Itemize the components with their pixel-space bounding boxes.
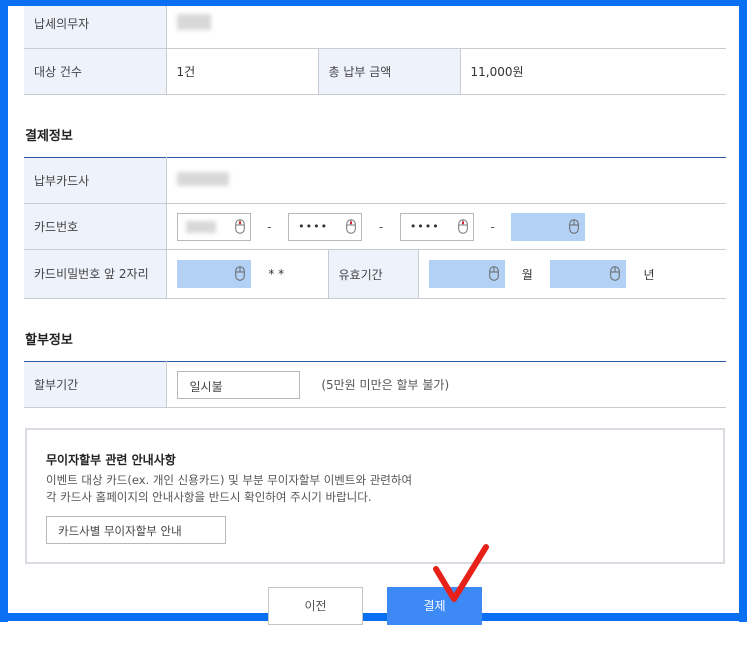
highlight-frame-left <box>0 0 8 622</box>
installment-period-label: 할부기간 <box>24 361 167 408</box>
password-suffix: * * <box>268 267 285 281</box>
payment-section-title: 결제정보 <box>25 129 73 144</box>
password-field-cell: * * <box>166 249 329 299</box>
total-label: 총 납부 금액 <box>318 48 461 95</box>
card-password-input[interactable] <box>176 260 251 288</box>
notice-title: 무이자할부 관련 안내사항 <box>46 453 176 467</box>
taxpayer-label: 납세의무자 <box>24 0 167 49</box>
mouse-icon <box>234 218 245 234</box>
highlight-frame-top <box>0 0 747 6</box>
password-label: 카드비밀번호 앞 2자리 <box>24 249 167 299</box>
card-company-value <box>166 157 726 204</box>
expiry-year-input[interactable] <box>550 260 627 288</box>
card-number-2-masked: •••• <box>298 219 329 233</box>
highlight-frame-bottom <box>0 613 747 621</box>
card-separator-2: - <box>378 219 384 234</box>
taxpayer-value <box>166 0 726 49</box>
taxpayer-name-redacted <box>176 14 211 31</box>
installment-section-title: 할부정보 <box>25 333 73 348</box>
mouse-icon <box>610 266 620 281</box>
mouse-icon <box>458 218 468 234</box>
count-label: 대상 건수 <box>24 48 167 95</box>
prev-button[interactable]: 이전 <box>268 587 363 625</box>
highlight-frame-right <box>739 0 747 622</box>
total-value: 11,000원 <box>460 48 726 95</box>
expiry-label: 유효기간 <box>328 249 419 299</box>
card-number-1-redacted <box>185 220 216 233</box>
card-number-input-1[interactable] <box>176 212 251 241</box>
card-number-input-4[interactable] <box>511 212 586 241</box>
mouse-icon <box>234 266 245 281</box>
card-number-fields: - •••• - •••• - <box>166 203 726 250</box>
mouse-icon <box>488 266 499 281</box>
installment-period-select[interactable]: 일시불 <box>176 370 300 399</box>
notice-line-2: 각 카드사 홈페이지의 안내사항을 반드시 확인하여 주시기 바랍니다. <box>46 490 372 504</box>
installment-table: 할부기간 일시불 (5만원 미만은 할부 불가) <box>24 361 726 408</box>
interest-free-notice: 무이자할부 관련 안내사항 이벤트 대상 카드(ex. 개인 신용카드) 및 부… <box>25 428 725 564</box>
card-separator-1: - <box>267 219 272 234</box>
notice-line-1: 이벤트 대상 카드(ex. 개인 신용카드) 및 부분 무이자할부 이벤트와 관… <box>46 473 413 487</box>
installment-note: (5만원 미만은 할부 불가) <box>321 378 450 392</box>
check-mark-icon <box>433 544 489 602</box>
summary-table: 납세의무자 대상 건수 1건 총 납부 금액 11,000원 <box>24 0 726 95</box>
mouse-icon <box>346 218 356 234</box>
card-separator-3: - <box>490 219 495 234</box>
month-unit: 월 <box>521 267 533 282</box>
card-number-input-2[interactable]: •••• <box>288 212 363 241</box>
payment-table: 납부카드사 카드번호 - •••• - •••• - 카드비밀번호 앞 2자리 … <box>24 157 726 299</box>
count-value: 1건 <box>166 48 319 95</box>
card-number-input-3[interactable]: •••• <box>399 212 474 241</box>
card-company-label: 납부카드사 <box>24 157 167 204</box>
card-company-redacted <box>176 172 229 186</box>
expiry-field-cell: 월 년 <box>418 249 726 299</box>
expiry-month-input[interactable] <box>428 260 505 288</box>
card-number-3-masked: •••• <box>409 219 440 233</box>
card-installment-info-button[interactable]: 카드사별 무이자할부 안내 <box>46 516 226 544</box>
installment-period-cell: 일시불 (5만원 미만은 할부 불가) <box>166 361 726 408</box>
mouse-icon <box>569 218 580 234</box>
card-number-label: 카드번호 <box>24 203 167 250</box>
year-unit: 년 <box>643 267 655 282</box>
